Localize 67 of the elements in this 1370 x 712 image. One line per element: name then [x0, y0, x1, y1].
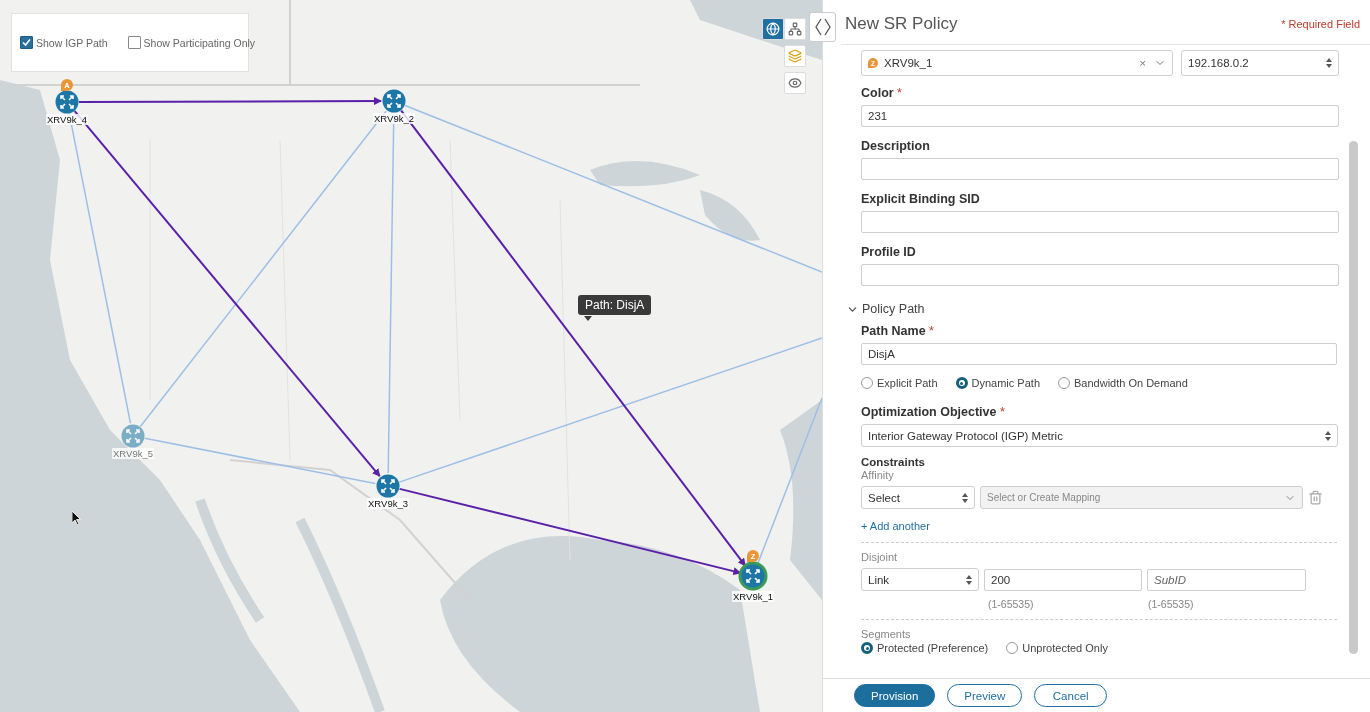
field-label: Profile ID — [861, 245, 916, 259]
router-icon[interactable] — [376, 474, 400, 498]
checkmark-icon — [22, 38, 31, 47]
required-note: * Required Field — [1281, 18, 1360, 30]
section-label: Constraints — [861, 456, 926, 468]
field-label: Path Name — [861, 324, 926, 338]
topology-view-button[interactable] — [784, 18, 806, 40]
node-label: XRV9k_1 — [732, 591, 774, 602]
section-toggle[interactable]: Policy Path — [846, 302, 1339, 316]
node-label: XRV9k_3 — [367, 498, 409, 509]
map-view-button[interactable] — [762, 18, 784, 40]
required-mark: * — [928, 324, 934, 338]
text-field[interactable] — [861, 158, 1339, 180]
group-id-field[interactable]: 200 — [984, 568, 1142, 591]
caret-icon — [1325, 430, 1331, 441]
router-icon[interactable] — [382, 89, 406, 113]
required-mark: * — [998, 405, 1005, 419]
field-label: Disjoint — [861, 551, 899, 563]
legend-checkbox[interactable]: Show IGP Path — [20, 36, 108, 49]
provision-button[interactable]: Provision — [854, 684, 936, 707]
objective-select[interactable]: Interior Gateway Protocol (IGP) Metric — [861, 424, 1338, 447]
legend-checkbox[interactable]: Show Participating Only — [127, 36, 256, 49]
text-field[interactable]: DisjA — [861, 343, 1337, 365]
field-label: Affinity — [861, 469, 895, 481]
panel-title: New SR Policy — [845, 14, 958, 34]
affinity-select[interactable]: Select — [861, 486, 975, 509]
radio-option[interactable]: Bandwidth On Demand — [1058, 377, 1188, 389]
caret-icon — [962, 492, 968, 503]
field-label: Description — [861, 139, 930, 153]
eye-icon — [788, 76, 802, 90]
path-tooltip: Path: DisjA — [578, 295, 652, 315]
field-label: Explicit Binding SID — [861, 192, 980, 206]
panel-toggle-button[interactable] — [809, 12, 836, 42]
radio-option[interactable]: Dynamic Path — [955, 377, 1040, 389]
text-field[interactable]: 231 — [861, 105, 1339, 127]
node-label: XRV9k_2 — [373, 113, 415, 124]
caret-icon — [1326, 58, 1332, 68]
required-mark: * — [896, 86, 902, 100]
globe-icon — [766, 22, 780, 36]
visibility-button[interactable] — [784, 72, 806, 94]
caret-icon — [966, 574, 972, 585]
preview-button[interactable]: Preview — [947, 684, 1023, 707]
field-label: Color — [861, 86, 894, 100]
node-label: XRV9k_4 — [46, 114, 88, 125]
text-field[interactable] — [861, 211, 1339, 233]
radio-option[interactable]: Explicit Path — [861, 377, 938, 389]
field-label: Optimization Objective — [861, 405, 997, 419]
range-hint: (1-65535) — [988, 598, 1034, 610]
router-icon[interactable] — [738, 561, 768, 591]
text-field[interactable] — [861, 264, 1339, 286]
disjoint-type-select[interactable]: Link — [861, 568, 979, 591]
clear-button[interactable]: × — [1139, 57, 1146, 69]
tooltip-pointer-icon — [584, 316, 592, 321]
node-label: XRV9k_5 — [112, 448, 154, 459]
cancel-button[interactable]: Cancel — [1034, 684, 1108, 707]
range-hint: (1-65535) — [1148, 598, 1194, 610]
sub-id-field[interactable]: SubID — [1147, 568, 1306, 591]
scrollbar[interactable] — [1349, 141, 1358, 654]
radio-option[interactable]: Protected (Preference) — [861, 642, 989, 654]
layers-icon — [788, 49, 802, 63]
address-select[interactable]: 192.168.0.2 — [1181, 50, 1339, 76]
network-icon — [788, 22, 802, 36]
radio-option[interactable]: Unprotected Only — [1006, 642, 1108, 654]
cursor-icon — [72, 511, 82, 526]
router-icon[interactable] — [55, 90, 79, 114]
field-label: Segments — [861, 628, 912, 640]
add-another-link[interactable]: + Add another — [861, 520, 1339, 532]
